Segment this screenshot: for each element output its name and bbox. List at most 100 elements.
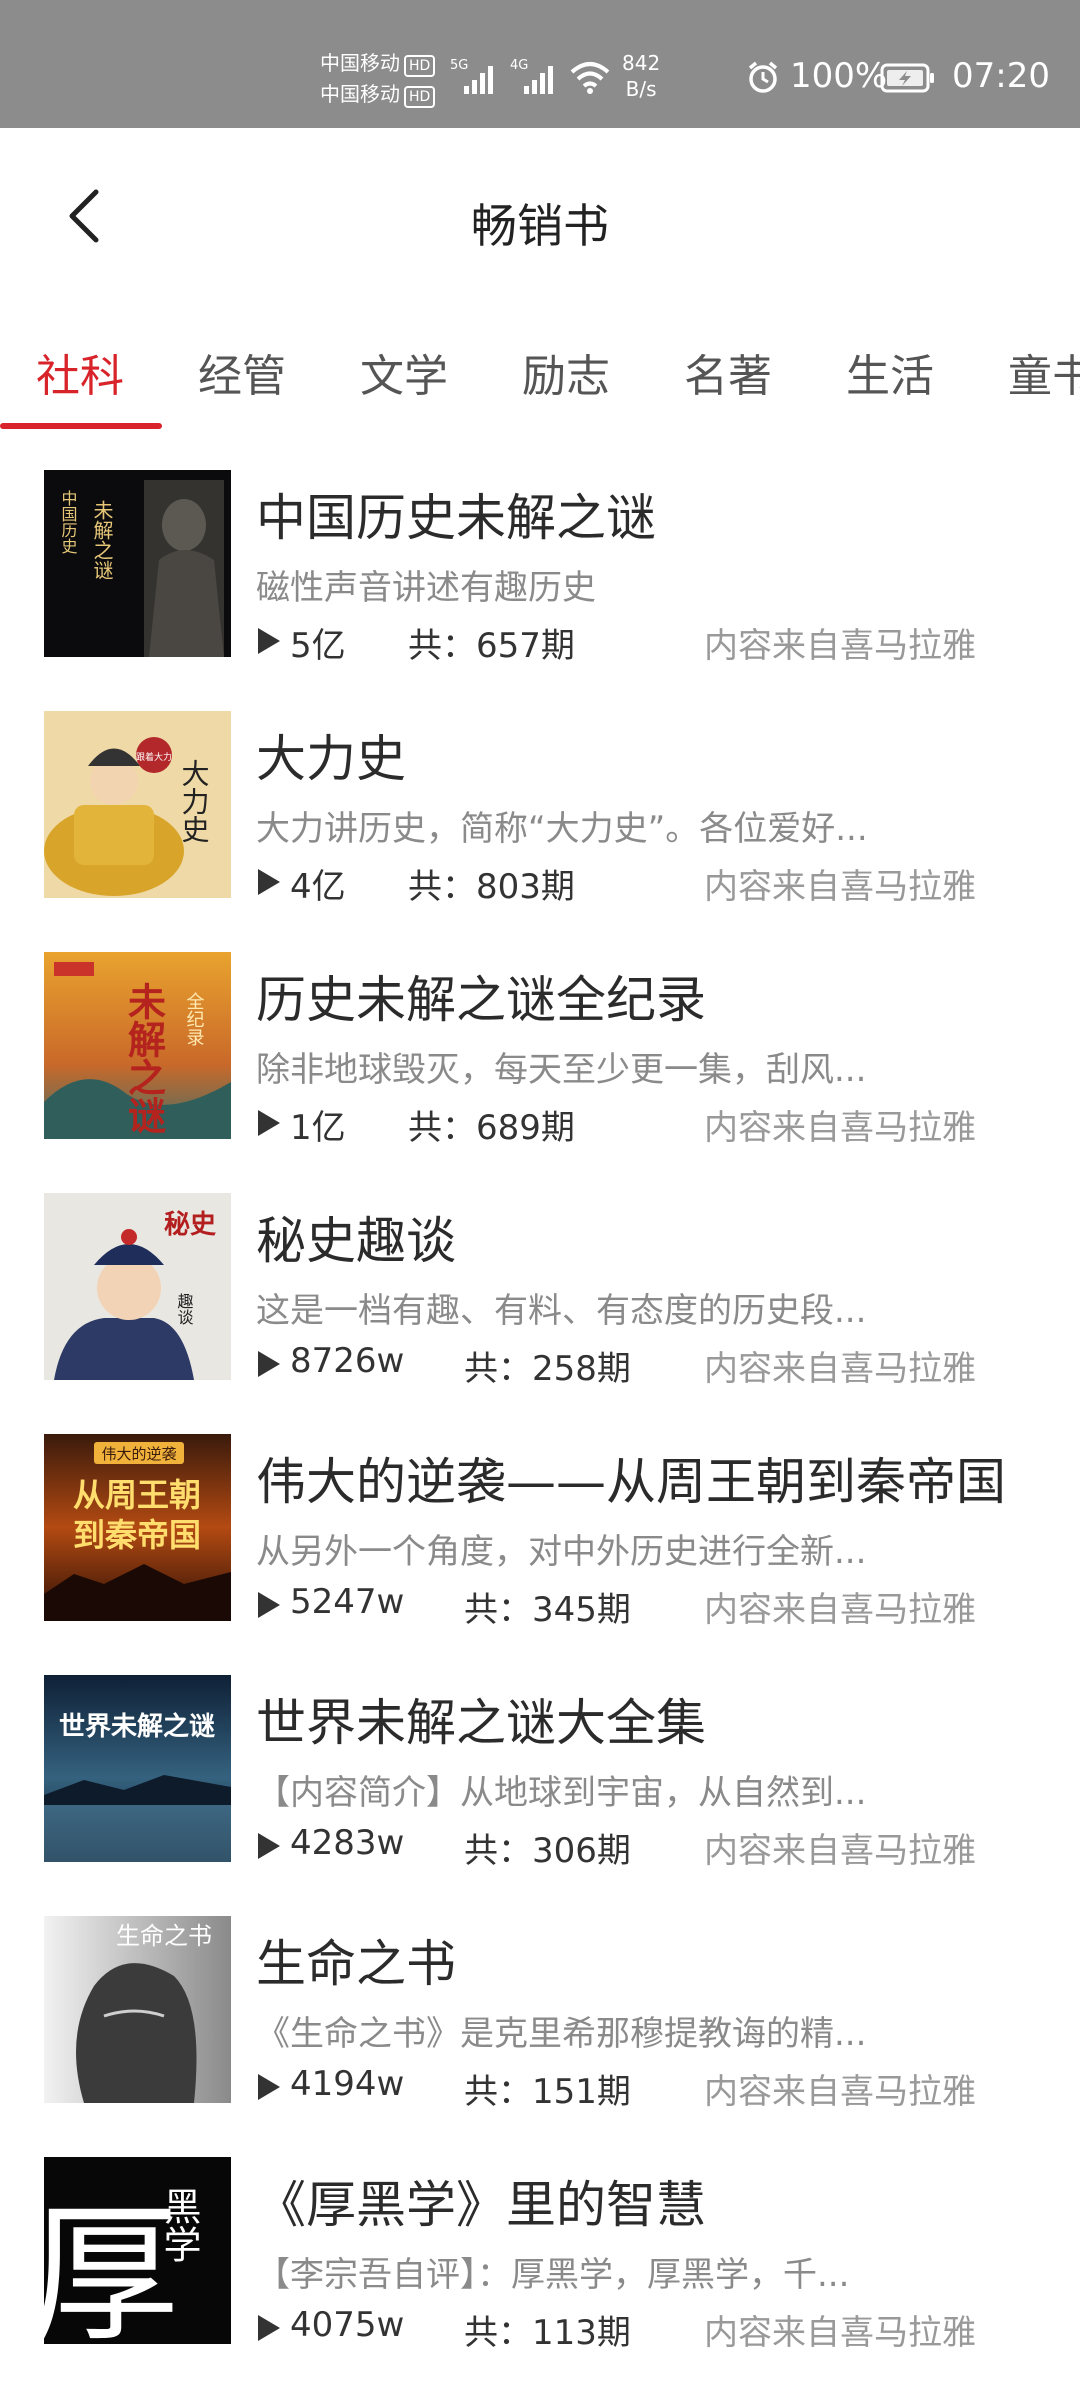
play-count: 4075w — [290, 2305, 405, 2345]
cover-image: 伟大的逆袭 从周王朝 到秦帝国 — [44, 1434, 231, 1621]
cover-image: 秘史 趣谈 — [44, 1193, 231, 1380]
content-source: 内容来自喜马拉雅 — [704, 1590, 976, 1630]
item-meta: 5247w 共：345期 内容来自喜马拉雅 — [256, 1582, 1016, 1630]
list-item[interactable]: 秘史 趣谈 秘史趣谈 这是一档有趣、有料、有态度的历史段... 8726w 共：… — [0, 1191, 1080, 1431]
content-source: 内容来自喜马拉雅 — [704, 1349, 976, 1389]
cover-text: 中国历史 — [59, 490, 78, 555]
carrier-2: 中国移动 — [320, 82, 400, 106]
item-description: 除非地球毁灭，每天至少更一集，刮风... — [256, 1050, 867, 1090]
cover-text: 从周王朝 — [73, 1476, 201, 1514]
list-item[interactable]: 伟大的逆袭 从周王朝 到秦帝国 伟大的逆袭——从周王朝到秦帝国 从另外一个角度，… — [0, 1432, 1080, 1672]
item-title: 中国历史未解之谜 — [256, 489, 656, 547]
episode-count: 共：113期 — [464, 2313, 631, 2353]
list-item[interactable]: 生命之书 生命之书 《生命之书》是克里希那穆提教诲的精... 4194w 共：1… — [0, 1914, 1080, 2154]
play-icon — [258, 1833, 280, 1859]
item-title: 《厚黑学》里的智慧 — [256, 2176, 706, 2234]
item-title: 秘史趣谈 — [256, 1212, 456, 1270]
status-bar: 中国移动 HD 中国移动 HD 5G 4G 842 B/s 100% 07:20 — [0, 0, 1080, 128]
play-icon — [258, 1351, 280, 1377]
item-title: 伟大的逆袭——从周王朝到秦帝国 — [256, 1453, 1006, 1511]
play-icon — [258, 1592, 280, 1618]
cover-text: 生命之书 — [116, 1922, 212, 1950]
play-count: 5亿 — [290, 626, 346, 666]
top-nav-bar: 畅销书 — [0, 128, 1080, 308]
list-item[interactable]: 厚 黑学 《厚黑学》里的智慧 【李宗吾自评】：厚黑学，厚黑学，千... 4075… — [0, 2155, 1080, 2395]
tab-social-science[interactable]: 社科 — [36, 340, 124, 404]
cover-text: 跟着大力 — [136, 751, 172, 763]
cover-text: 世界未解之谜 — [59, 1711, 215, 1742]
cover-text: 秘史 — [164, 1209, 217, 1240]
tab-lifestyle[interactable]: 生活 — [846, 340, 934, 404]
content-source: 内容来自喜马拉雅 — [704, 2313, 976, 2353]
hd-badge: HD — [404, 55, 436, 77]
play-icon — [258, 2074, 280, 2100]
item-description: 这是一档有趣、有料、有态度的历史段... — [256, 1291, 867, 1331]
episode-count: 共：689期 — [408, 1108, 575, 1148]
episode-count: 共：151期 — [464, 2072, 631, 2112]
play-icon — [258, 1110, 280, 1136]
cover-text: 到秦帝国 — [73, 1516, 201, 1554]
content-source: 内容来自喜马拉雅 — [704, 2072, 976, 2112]
cover-image: 厚 黑学 — [44, 2157, 231, 2344]
play-count: 8726w — [290, 1341, 405, 1381]
tab-inspiration[interactable]: 励志 — [522, 340, 610, 404]
list-item[interactable]: 中国历史 未解之谜 中国历史未解之谜 磁性声音讲述有趣历史 5亿 共：657期 … — [0, 468, 1080, 708]
wifi-icon — [570, 62, 610, 94]
list-item[interactable]: 全纪录 未解之谜 历史未解之谜全纪录 除非地球毁灭，每天至少更一集，刮风... … — [0, 950, 1080, 1190]
item-description: 大力讲历史，简称“大力史”。各位爱好... — [256, 809, 868, 849]
clock: 07:20 — [952, 56, 1050, 96]
play-count: 4283w — [290, 1823, 405, 1863]
list-item[interactable]: 大力史 跟着大力 大力史 大力讲历史，简称“大力史”。各位爱好... 4亿 共：… — [0, 709, 1080, 949]
item-description: 【内容简介】从地球到宇宙，从自然到... — [256, 1773, 867, 1813]
hd-badge: HD — [404, 86, 436, 108]
cover-text: 伟大的逆袭 — [101, 1445, 176, 1463]
cover-text: 黑学 — [157, 2187, 201, 2263]
item-meta: 4283w 共：306期 内容来自喜马拉雅 — [256, 1823, 1016, 1871]
play-count: 4亿 — [290, 867, 346, 907]
item-description: 【李宗吾自评】：厚黑学，厚黑学，千... — [256, 2255, 850, 2295]
play-count: 5247w — [290, 1582, 405, 1622]
speed-value: 842 — [622, 51, 661, 75]
cover-text: 未解之谜 — [122, 982, 167, 1135]
item-meta: 1亿 共：689期 内容来自喜马拉雅 — [256, 1100, 1016, 1148]
cover-image: 全纪录 未解之谜 — [44, 952, 231, 1139]
episode-count: 共：657期 — [408, 626, 575, 666]
tab-business[interactable]: 经管 — [198, 340, 286, 404]
episode-count: 共：345期 — [464, 1590, 631, 1630]
cover-text: 全纪录 — [184, 992, 205, 1046]
speed-unit: B/s — [625, 77, 657, 101]
item-meta: 4亿 共：803期 内容来自喜马拉雅 — [256, 859, 1016, 907]
cover-image: 世界未解之谜 — [44, 1675, 231, 1862]
play-icon — [258, 628, 280, 654]
item-description: 《生命之书》是克里希那穆提教诲的精... — [256, 2014, 867, 2054]
play-icon — [258, 869, 280, 895]
play-icon — [258, 2315, 280, 2341]
episode-count: 共：803期 — [408, 867, 575, 907]
content-source: 内容来自喜马拉雅 — [704, 1831, 976, 1871]
cover-image: 大力史 跟着大力 — [44, 711, 231, 898]
item-description: 从另外一个角度，对中外历史进行全新... — [256, 1532, 867, 1572]
page-title: 畅销书 — [471, 199, 609, 253]
cover-text: 未解之谜 — [90, 500, 114, 580]
carrier-info: 中国移动 HD 中国移动 HD — [320, 48, 436, 110]
play-count: 4194w — [290, 2064, 405, 2104]
content-source: 内容来自喜马拉雅 — [704, 1108, 976, 1148]
tab-classics[interactable]: 名著 — [684, 340, 772, 404]
episode-count: 共：306期 — [464, 1831, 631, 1871]
item-description: 磁性声音讲述有趣历史 — [256, 568, 596, 608]
cover-text: 趣谈 — [175, 1293, 194, 1325]
item-meta: 8726w 共：258期 内容来自喜马拉雅 — [256, 1341, 1016, 1389]
tab-literature[interactable]: 文学 — [360, 340, 448, 404]
item-title: 生命之书 — [256, 1935, 456, 1993]
cover-image: 生命之书 — [44, 1916, 231, 2103]
battery-percent: 100% — [790, 56, 888, 96]
active-tab-indicator — [0, 423, 162, 429]
item-title: 历史未解之谜全纪录 — [256, 971, 706, 1029]
list-item[interactable]: 世界未解之谜 世界未解之谜大全集 【内容简介】从地球到宇宙，从自然到... 42… — [0, 1673, 1080, 1913]
carrier-1: 中国移动 — [320, 51, 400, 75]
item-title: 大力史 — [256, 730, 406, 788]
cover-text: 大力史 — [178, 759, 211, 843]
tab-children[interactable]: 童书 — [1008, 340, 1080, 404]
content-source: 内容来自喜马拉雅 — [704, 867, 976, 907]
battery-charging-icon — [880, 63, 934, 93]
